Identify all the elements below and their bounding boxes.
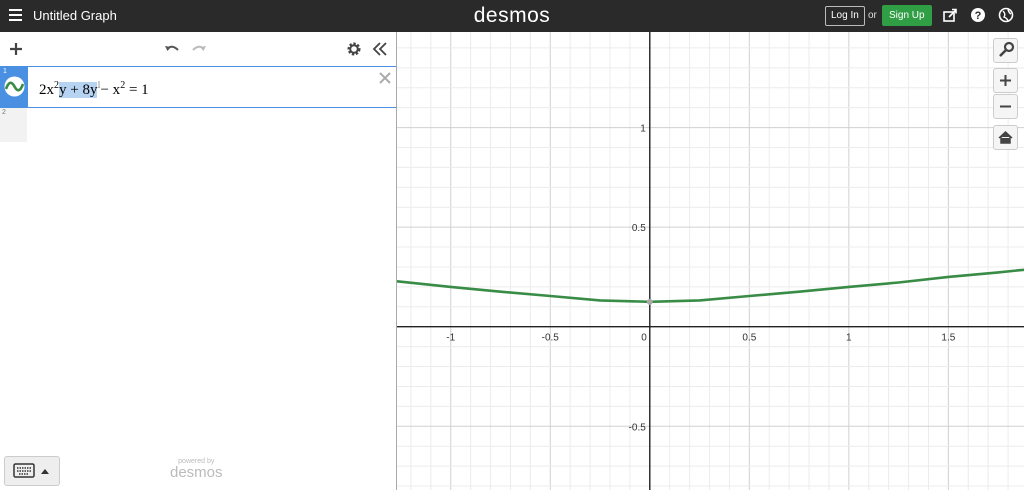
graph-canvas[interactable]: -1 -0.5 0 0.5 1 1.5 1 0.5 -0.5	[397, 32, 1024, 490]
caret-up-icon	[41, 469, 49, 474]
double-chevron-left-icon[interactable]	[371, 40, 389, 58]
expression-row-empty[interactable]: 2	[0, 108, 27, 142]
undo-icon[interactable]	[163, 40, 181, 58]
x-tick-label: 0	[641, 333, 647, 344]
keyboard-toggle-button[interactable]	[4, 456, 60, 486]
graph-title[interactable]: Untitled Graph	[33, 8, 117, 23]
top-bar: Untitled Graph desmos Log In or Sign Up …	[0, 0, 1024, 32]
or-label: or	[868, 10, 877, 21]
math-term: − x	[100, 82, 121, 98]
login-button[interactable]: Log In	[825, 6, 865, 26]
share-icon[interactable]	[942, 7, 958, 23]
expression-color-tab[interactable]: 1	[1, 67, 28, 107]
x-tick-label: 1.5	[941, 333, 955, 344]
hamburger-icon[interactable]	[9, 9, 22, 21]
globe-icon[interactable]	[998, 7, 1014, 23]
y-tick-label: 0.5	[632, 223, 646, 234]
close-icon[interactable]	[377, 70, 393, 86]
y-tick-label: -0.5	[629, 422, 647, 433]
powered-by-desmos: powered by desmos	[170, 458, 223, 481]
math-selection: y + 8y	[59, 82, 98, 98]
zoom-in-button[interactable]	[993, 68, 1018, 93]
expression-number: 2	[2, 109, 6, 116]
x-tick-label: -1	[446, 333, 455, 344]
graph-settings-button[interactable]	[993, 38, 1018, 63]
x-tick-label: -0.5	[542, 333, 560, 344]
math-term: = 1	[125, 82, 149, 98]
math-input[interactable]: 2x2y + 8yI− x2 = 1	[39, 80, 149, 99]
keyboard-icon	[13, 463, 35, 478]
math-term: 2x	[39, 82, 54, 98]
svg-text:?: ?	[975, 10, 982, 22]
x-tick-label: 0.5	[742, 333, 756, 344]
expression-toolbar	[0, 32, 397, 66]
highlight-point	[646, 298, 653, 305]
expression-row[interactable]: 1 2x2y + 8yI− x2 = 1	[0, 66, 397, 108]
zoom-out-button[interactable]	[993, 94, 1018, 119]
redo-icon[interactable]	[190, 40, 208, 58]
footer-brand: desmos	[170, 464, 223, 481]
zoom-in-icon	[1000, 75, 1011, 86]
home-button[interactable]	[993, 125, 1018, 150]
graph-style-icon[interactable]	[3, 76, 26, 97]
y-tick-label: 1	[640, 124, 646, 135]
x-tick-label: 1	[846, 333, 852, 344]
help-icon[interactable]: ?	[970, 7, 986, 23]
wrench-icon	[999, 41, 1015, 57]
plus-icon[interactable]	[7, 40, 25, 58]
zoom-out-icon	[1000, 105, 1011, 108]
expression-panel: 1 2x2y + 8yI− x2 = 1 2 powered by desmos	[0, 32, 397, 490]
gear-icon[interactable]	[345, 40, 363, 58]
expression-number: 1	[3, 68, 7, 75]
signup-button[interactable]: Sign Up	[882, 5, 932, 26]
home-icon	[998, 130, 1013, 144]
